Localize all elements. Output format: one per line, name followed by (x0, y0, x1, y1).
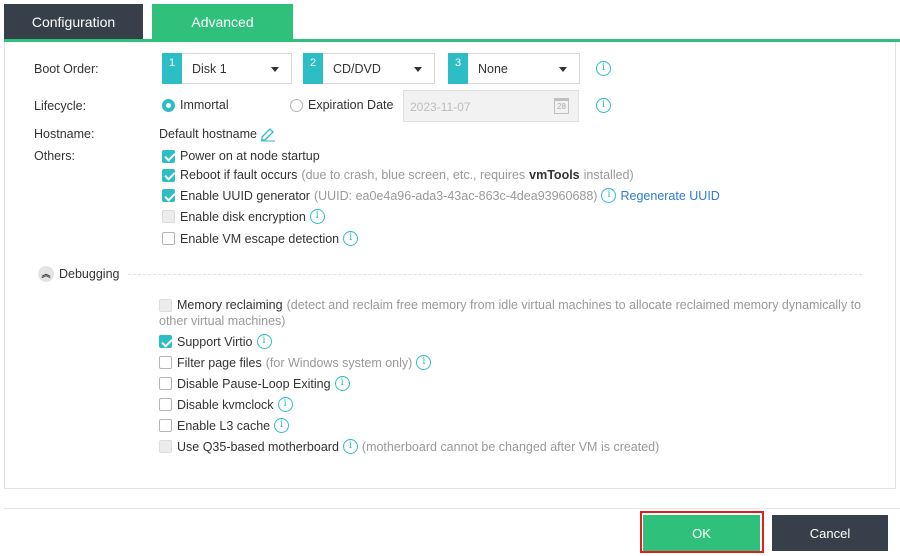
reboot-hint-post: installed) (583, 168, 634, 182)
uuid-label: Enable UUID generator (180, 188, 310, 203)
info-icon[interactable]: i (596, 61, 611, 76)
reboot-option[interactable]: Reboot if fault occurs (due to crash, bl… (162, 168, 634, 182)
kvmclock-checkbox[interactable] (159, 398, 172, 411)
regenerate-uuid-link[interactable]: Regenerate UUID (620, 189, 719, 203)
calendar-icon[interactable]: 28 (554, 98, 569, 114)
chevron-up-icon[interactable]: ︽ (38, 266, 54, 282)
q35-hint: (motherboard cannot be changed after VM … (361, 439, 660, 454)
filter-page-checkbox[interactable] (159, 356, 172, 369)
vm-escape-option[interactable]: Enable VM escape detection i (162, 231, 359, 246)
debugging-header[interactable]: ︽ Debugging (38, 266, 119, 282)
memory-reclaiming-label: Memory reclaiming (177, 298, 283, 312)
reboot-hint-pre: (due to crash, blue screen, etc., requir… (301, 168, 526, 182)
q35-label: Use Q35-based motherboard (177, 439, 339, 454)
lifecycle-label: Lifecycle: (34, 99, 87, 113)
q35-checkbox[interactable] (159, 440, 172, 453)
boot-order-2-value: CD/DVD (333, 61, 381, 76)
info-icon[interactable]: i (334, 376, 350, 391)
info-icon[interactable]: i (596, 98, 611, 113)
boot-order-1-value: Disk 1 (192, 61, 227, 76)
info-icon[interactable]: i (256, 334, 272, 349)
power-on-checkbox[interactable] (162, 149, 175, 163)
support-virtio-option[interactable]: Support Virtio i (159, 334, 272, 349)
info-icon[interactable]: i (601, 188, 617, 203)
memory-reclaiming-option[interactable]: Memory reclaiming (detect and reclaim fr… (159, 298, 861, 312)
info-icon[interactable]: i (274, 418, 290, 433)
chevron-down-icon (414, 67, 422, 72)
power-on-label: Power on at node startup (180, 149, 320, 163)
tab-configuration[interactable]: Configuration (4, 4, 143, 40)
support-virtio-label: Support Virtio (177, 334, 253, 349)
info-icon[interactable]: i (309, 209, 325, 224)
info-icon[interactable]: i (343, 231, 359, 246)
expiration-label: Expiration Date (308, 98, 394, 112)
power-on-option[interactable]: Power on at node startup (162, 149, 320, 163)
immortal-radio[interactable] (162, 99, 175, 112)
footer-divider (4, 508, 900, 509)
boot-order-3-select[interactable]: None (468, 53, 580, 84)
kvmclock-label: Disable kvmclock (177, 397, 274, 412)
boot-order-1-select[interactable]: Disk 1 (182, 53, 292, 84)
vm-escape-label: Enable VM escape detection (180, 231, 340, 246)
expiration-radio[interactable] (290, 99, 303, 112)
filter-page-hint: (for Windows system only) (265, 355, 413, 370)
q35-option[interactable]: Use Q35-based motherboard i (motherboard… (159, 439, 659, 454)
memory-reclaiming-checkbox[interactable] (159, 298, 172, 312)
uuid-hint: (UUID: ea0e4a96-ada3-43ac-863c-4dea93960… (313, 188, 598, 203)
boot-order-2[interactable]: 2 CD/DVD (303, 53, 435, 84)
memory-reclaiming-hint: (detect and reclaim free memory from idl… (286, 298, 862, 312)
boot-order-1[interactable]: 1 Disk 1 (162, 53, 292, 84)
uuid-option[interactable]: Enable UUID generator (UUID: ea0e4a96-ad… (162, 188, 720, 203)
uuid-checkbox[interactable] (162, 189, 175, 202)
pause-loop-checkbox[interactable] (159, 377, 172, 390)
pause-loop-label: Disable Pause-Loop Exiting (177, 376, 331, 391)
chevron-down-icon (559, 67, 567, 72)
reboot-checkbox[interactable] (162, 168, 175, 182)
reboot-hint-bold: vmTools (529, 168, 580, 182)
boot-order-1-number: 1 (162, 53, 182, 84)
disk-encryption-checkbox[interactable] (162, 210, 175, 223)
edit-icon[interactable] (260, 126, 276, 142)
tab-advanced[interactable]: Advanced (152, 4, 293, 40)
reboot-label: Reboot if fault occurs (180, 168, 298, 182)
filter-page-label: Filter page files (177, 355, 262, 370)
expiration-date-value: 2023-11-07 (410, 100, 471, 114)
boot-order-2-select[interactable]: CD/DVD (323, 53, 435, 84)
disk-encryption-label: Enable disk encryption (180, 209, 306, 224)
kvmclock-option[interactable]: Disable kvmclock i (159, 397, 293, 412)
hostname-value-row: Default hostname (159, 126, 276, 142)
chevron-down-icon (271, 67, 279, 72)
l3-cache-option[interactable]: Enable L3 cache i (159, 418, 290, 433)
hostname-value: Default hostname (159, 127, 257, 141)
l3-cache-checkbox[interactable] (159, 419, 172, 432)
boot-order-2-number: 2 (303, 53, 323, 84)
info-icon[interactable]: i (342, 439, 358, 454)
boot-order-label: Boot Order: (34, 62, 99, 76)
l3-cache-label: Enable L3 cache (177, 418, 271, 433)
boot-order-3-value: None (478, 61, 508, 76)
vm-escape-checkbox[interactable] (162, 232, 175, 245)
boot-order-3[interactable]: 3 None (448, 53, 580, 84)
boot-order-3-number: 3 (448, 53, 468, 84)
debugging-divider (128, 274, 862, 275)
hostname-label: Hostname: (34, 127, 95, 141)
debugging-label: Debugging (59, 267, 120, 281)
cancel-button[interactable]: Cancel (772, 515, 888, 551)
ok-button[interactable]: OK (643, 515, 760, 551)
filter-page-option[interactable]: Filter page files (for Windows system on… (159, 355, 432, 370)
memory-reclaiming-hint-cont: other virtual machines) (159, 314, 286, 328)
disk-encryption-option[interactable]: Enable disk encryption i (162, 209, 325, 224)
pause-loop-option[interactable]: Disable Pause-Loop Exiting i (159, 376, 350, 391)
others-label: Others: (34, 149, 75, 163)
tab-bar: Configuration Advanced (4, 4, 293, 40)
expiration-date-input[interactable]: 2023-11-07 28 (403, 90, 579, 122)
immortal-label: Immortal (180, 98, 229, 112)
info-icon[interactable]: i (416, 355, 432, 370)
info-icon[interactable]: i (277, 397, 293, 412)
support-virtio-checkbox[interactable] (159, 335, 172, 348)
